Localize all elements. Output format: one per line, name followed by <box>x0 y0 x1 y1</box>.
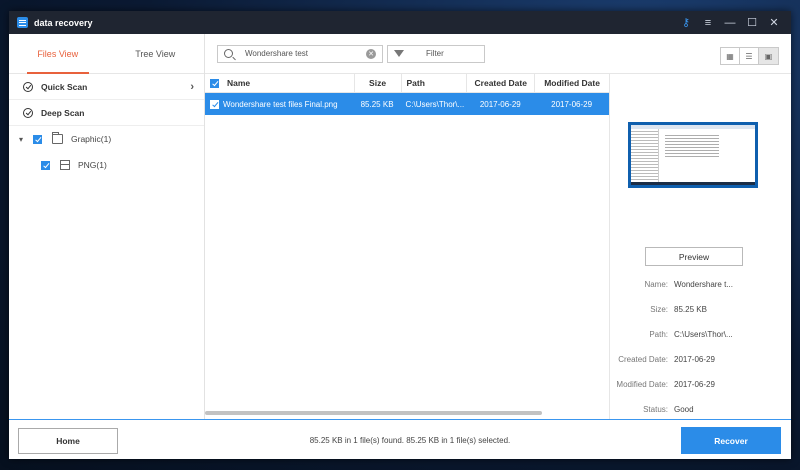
cell-size: 85.25 KB <box>360 99 394 109</box>
tab-files-view[interactable]: Files View <box>9 34 107 74</box>
filter-icon <box>394 50 404 57</box>
app-title: data recovery <box>34 17 93 28</box>
filter-button[interactable]: Filter <box>387 44 485 63</box>
file-type-icon <box>60 160 70 170</box>
header-path[interactable]: Path <box>400 74 467 92</box>
folder-icon <box>52 132 63 144</box>
info-row-size: Size: 85.25 KB <box>610 297 782 322</box>
info-key: Path: <box>649 330 668 339</box>
home-button[interactable]: Home <box>18 428 118 454</box>
info-key: Created Date: <box>618 355 668 364</box>
quick-scan-label: Quick Scan <box>41 81 88 92</box>
main-panel: Wondershare test ✕ Filter ▦ ☰ ▣ Name Siz… <box>205 34 791 419</box>
filter-label: Filter <box>426 49 444 58</box>
check-circle-icon <box>23 81 33 92</box>
title-bar: data recovery ⚷ ≡ — ☐ ✕ <box>9 11 791 34</box>
graphic-checkbox[interactable] <box>33 134 42 144</box>
preview-button[interactable]: Preview <box>645 247 743 266</box>
info-key: Status: <box>643 405 668 414</box>
png-checkbox[interactable] <box>41 160 50 170</box>
info-value: 2017-06-29 <box>674 355 715 364</box>
check-circle-icon <box>23 107 33 118</box>
footer-bar: 85.25 KB in 1 file(s) found. 85.25 KB in… <box>9 419 791 459</box>
info-value: C:\Users\Thor\... <box>674 330 733 339</box>
grid-view-icon[interactable]: ▦ <box>721 48 740 64</box>
table-row[interactable]: Wondershare test files Final.png 85.25 K… <box>205 93 609 115</box>
info-row-modified: Modified Date: 2017-06-29 <box>610 372 782 397</box>
recover-button[interactable]: Recover <box>681 427 781 454</box>
search-value[interactable]: Wondershare test <box>245 49 366 58</box>
view-mode-toggle: ▦ ☰ ▣ <box>720 47 779 65</box>
deep-scan-item[interactable]: Deep Scan <box>9 100 204 126</box>
info-row-name: Name: Wondershare t... <box>610 272 782 297</box>
file-table: Name Size Path Created Date Modified Dat… <box>205 74 610 419</box>
minimize-icon[interactable]: — <box>719 11 741 34</box>
content-area: Name Size Path Created Date Modified Dat… <box>205 74 791 419</box>
tab-tree-view[interactable]: Tree View <box>107 34 205 73</box>
info-value: 2017-06-29 <box>674 380 715 389</box>
search-icon <box>224 49 233 58</box>
info-key: Size: <box>650 305 668 314</box>
menu-icon[interactable]: ≡ <box>697 11 719 34</box>
cell-name: Wondershare test files Final.png <box>205 93 354 115</box>
maximize-icon[interactable]: ☐ <box>741 11 763 34</box>
view-tabs: Files View Tree View <box>9 34 204 74</box>
body-area: Files View Tree View Quick Scan › Deep S… <box>9 34 791 419</box>
tree-item-label: Graphic(1) <box>71 134 112 144</box>
tree-item-graphic[interactable]: ▾ Graphic(1) <box>9 126 204 152</box>
info-row-path: Path: C:\Users\Thor\... <box>610 322 782 347</box>
toolbar: Wondershare test ✕ Filter ▦ ☰ ▣ <box>205 34 791 74</box>
cell-created-date: 2017-06-29 <box>479 99 521 109</box>
window-controls: ⚷ ≡ — ☐ ✕ <box>675 11 785 34</box>
key-icon[interactable]: ⚷ <box>675 11 697 34</box>
clear-search-icon[interactable]: ✕ <box>366 48 376 59</box>
chevron-right-icon: › <box>190 80 194 93</box>
file-info: Name: Wondershare t... Size: 85.25 KB Pa… <box>610 272 782 422</box>
info-row-created: Created Date: 2017-06-29 <box>610 347 782 372</box>
thumbnail-image <box>631 125 755 185</box>
file-name: Wondershare test files Final.png <box>223 99 338 109</box>
tree-item-png[interactable]: PNG(1) <box>9 152 204 178</box>
close-icon[interactable]: ✕ <box>763 11 785 34</box>
info-key: Name: <box>644 280 668 289</box>
chevron-down-icon[interactable]: ▾ <box>19 135 29 144</box>
row-checkbox[interactable] <box>210 99 219 109</box>
app-logo-icon <box>17 17 28 28</box>
cell-path: C:\Users\Thor\... <box>405 99 465 109</box>
header-size[interactable]: Size <box>353 74 401 92</box>
horizontal-scrollbar[interactable] <box>205 411 542 415</box>
list-view-icon[interactable]: ☰ <box>740 48 759 64</box>
deep-scan-label: Deep Scan <box>41 107 85 118</box>
left-panel: Files View Tree View Quick Scan › Deep S… <box>9 34 205 419</box>
header-modified-date[interactable]: Modified Date <box>534 74 609 92</box>
info-value: 85.25 KB <box>674 305 707 314</box>
table-header: Name Size Path Created Date Modified Dat… <box>205 74 609 93</box>
cell-modified-date: 2017-06-29 <box>551 99 593 109</box>
preview-thumbnail <box>628 122 758 188</box>
info-value: Wondershare t... <box>674 280 733 289</box>
preview-panel: Preview Name: Wondershare t... Size: 85.… <box>610 74 791 419</box>
header-name-label: Name <box>227 78 251 88</box>
status-text: 85.25 KB in 1 file(s) found. 85.25 KB in… <box>309 435 511 445</box>
search-input[interactable]: Wondershare test ✕ <box>217 44 383 63</box>
preview-view-icon[interactable]: ▣ <box>759 48 778 64</box>
select-all-checkbox[interactable] <box>210 78 219 88</box>
header-name[interactable]: Name <box>205 74 354 92</box>
info-value: Good <box>674 405 694 414</box>
info-key: Modified Date: <box>616 380 668 389</box>
header-created-date[interactable]: Created Date <box>466 74 534 92</box>
quick-scan-item[interactable]: Quick Scan › <box>9 74 204 100</box>
app-window: data recovery ⚷ ≡ — ☐ ✕ Files View Tree … <box>9 11 791 459</box>
tree-item-label: PNG(1) <box>78 160 107 170</box>
